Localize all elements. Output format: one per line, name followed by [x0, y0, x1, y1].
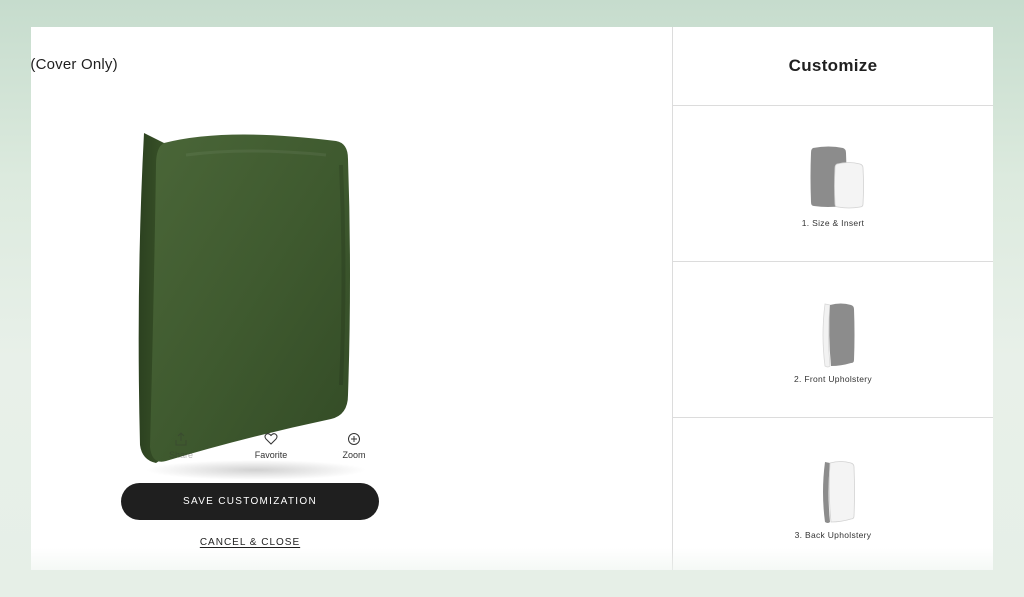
favorite-action[interactable]: Favorite — [241, 432, 301, 460]
size-insert-thumbnail — [810, 146, 864, 209]
customizer-window: w (Cover Only) — [31, 27, 993, 570]
step-front-upholstery[interactable]: 2. Front Upholstery — [673, 262, 993, 418]
save-customization-button[interactable]: SAVE CUSTOMIZATION — [121, 483, 379, 520]
share-action[interactable]: Share — [151, 432, 211, 460]
share-icon — [175, 432, 187, 446]
heart-icon — [264, 433, 278, 445]
share-label: Share — [168, 450, 194, 460]
product-image — [126, 125, 366, 485]
front-upholstery-thumbnail — [822, 303, 855, 368]
step-label-2: 2. Front Upholstery — [794, 374, 872, 384]
customize-panel: Customize 1. Size & Insert 2. Front Upho… — [673, 27, 993, 570]
customize-title: Customize — [788, 56, 878, 75]
product-title: w (Cover Only) — [31, 56, 118, 73]
product-actions: Share Favorite Zoom — [151, 432, 371, 472]
back-upholstery-thumbnail — [823, 461, 855, 523]
step-label-1: 1. Size & Insert — [801, 218, 865, 228]
zoom-label: Zoom — [342, 450, 366, 460]
step-back-upholstery[interactable]: 3. Back Upholstery — [673, 418, 993, 570]
cancel-close-link[interactable]: CANCEL & CLOSE — [191, 537, 309, 548]
pillow-illustration — [138, 133, 366, 480]
favorite-label: Favorite — [254, 450, 288, 460]
step-label-3: 3. Back Upholstery — [794, 530, 872, 540]
step-size-insert[interactable]: 1. Size & Insert — [673, 106, 993, 262]
customize-header: Customize — [673, 27, 993, 106]
product-preview-pane: w (Cover Only) — [31, 27, 672, 570]
zoom-plus-icon — [348, 433, 360, 445]
zoom-action[interactable]: Zoom — [324, 432, 384, 460]
